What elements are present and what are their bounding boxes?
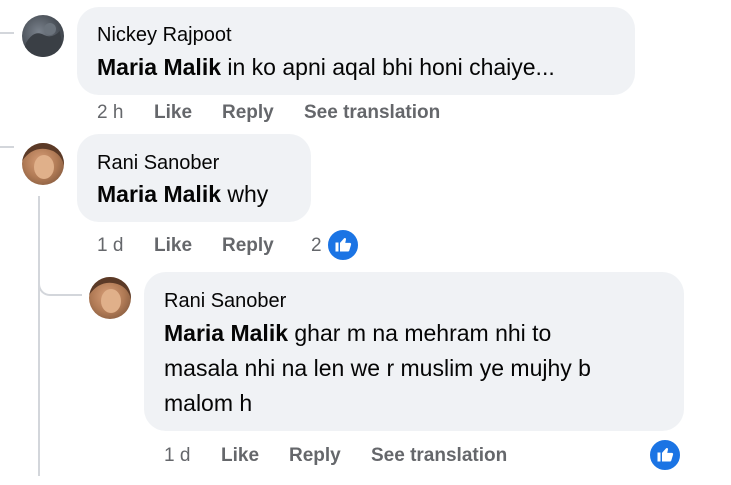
- avatar-image: [89, 277, 131, 313]
- comment-author[interactable]: Nickey Rajpoot: [97, 24, 232, 47]
- avatar[interactable]: [22, 143, 64, 185]
- avatar[interactable]: [89, 277, 131, 319]
- comment-text-line: malom h: [164, 390, 253, 416]
- mention-link[interactable]: Maria Malik: [97, 54, 221, 80]
- comment-text: Maria Malik ghar m na mehram nhi to: [164, 320, 551, 347]
- like-thumb-icon[interactable]: [648, 438, 682, 472]
- comment-time[interactable]: 2 h: [97, 102, 123, 124]
- thread-line-vertical: [38, 196, 40, 476]
- comment-text-content: in ko apni aqal bhi honi chaiye...: [227, 54, 555, 80]
- comment-time[interactable]: 1 d: [164, 445, 190, 467]
- thread-line-top: [0, 32, 14, 34]
- avatar-image: [22, 143, 64, 179]
- like-button[interactable]: Like: [221, 445, 259, 467]
- comment-text-content: why: [227, 181, 269, 207]
- comment-author[interactable]: Rani Sanober: [164, 290, 286, 313]
- like-button[interactable]: Like: [154, 235, 192, 257]
- comment-time[interactable]: 1 d: [97, 235, 123, 257]
- avatar-image: [22, 23, 64, 57]
- reply-button[interactable]: Reply: [222, 235, 274, 257]
- reply-button[interactable]: Reply: [289, 445, 341, 467]
- see-translation-button[interactable]: See translation: [371, 445, 507, 467]
- mention-link[interactable]: Maria Malik: [164, 320, 288, 346]
- reaction-count[interactable]: 2: [311, 235, 322, 257]
- comment-bubble: [77, 7, 635, 95]
- like-thumb-icon[interactable]: [326, 228, 360, 262]
- mention-link[interactable]: Maria Malik: [97, 181, 221, 207]
- comment-text-line: masala nhi na len we r muslim ye mujhy b: [164, 355, 591, 381]
- see-translation-button[interactable]: See translation: [304, 102, 440, 124]
- comment-text: Maria Malik why: [97, 181, 268, 208]
- comment-text-line: ghar m na mehram nhi to: [294, 320, 552, 346]
- thread-line-elbow: [38, 272, 82, 296]
- comment-text: Maria Malik in ko apni aqal bhi honi cha…: [97, 54, 555, 81]
- thread-line-mid: [0, 146, 14, 148]
- comment-author[interactable]: Rani Sanober: [97, 152, 219, 175]
- comment-bubble: [77, 134, 311, 222]
- thumb-glyph: [657, 448, 674, 462]
- thumb-glyph: [335, 238, 352, 252]
- avatar[interactable]: [22, 15, 64, 57]
- like-button[interactable]: Like: [154, 102, 192, 124]
- reply-button[interactable]: Reply: [222, 102, 274, 124]
